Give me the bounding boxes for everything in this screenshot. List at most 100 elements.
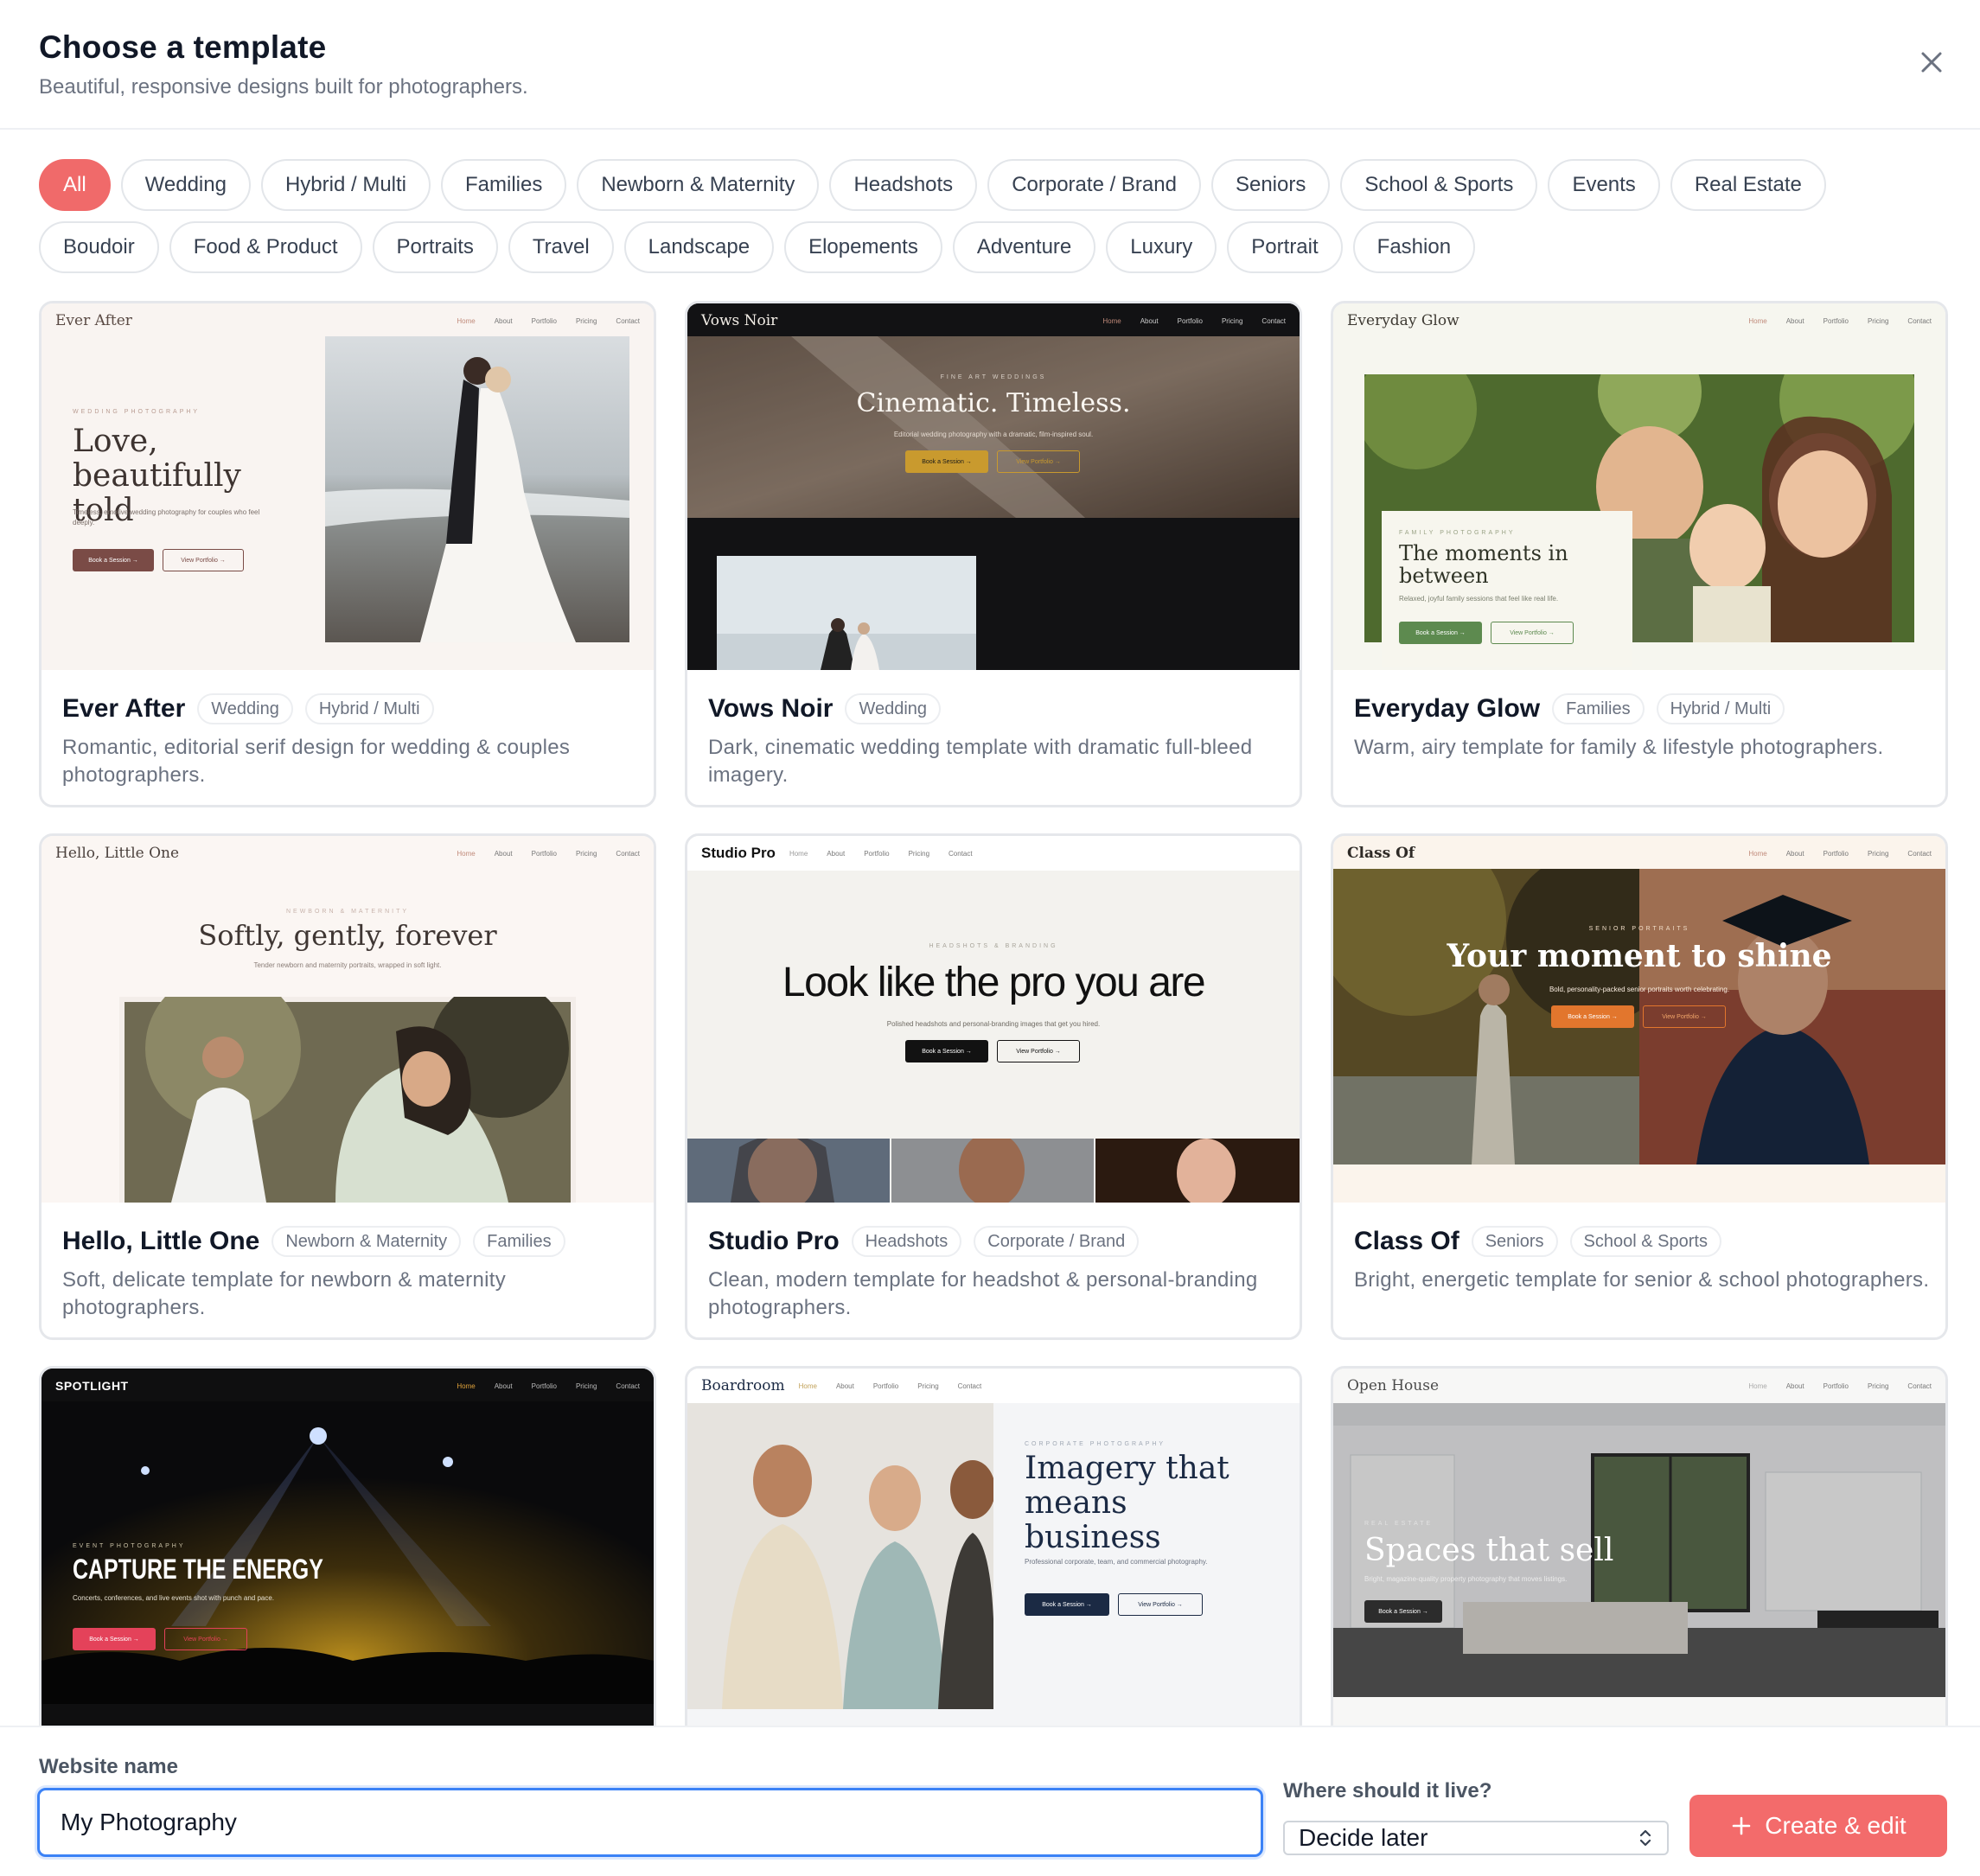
preview-nav-link: Portfolio <box>1177 316 1203 325</box>
preview-nav-link: Pricing <box>1867 1381 1889 1390</box>
template-card-boardroom[interactable]: Boardroom Home About Portfolio Pricing C… <box>685 1366 1302 1726</box>
card-info: Studio Pro Headshots Corporate / Brand C… <box>708 1223 1287 1322</box>
template-tag: School & Sports <box>1569 1226 1721 1257</box>
concert-image <box>42 1401 654 1704</box>
filter-chip-elopements[interactable]: Elopements <box>784 221 942 273</box>
filter-chip-all[interactable]: All <box>39 159 111 211</box>
preview-nav-link: Pricing <box>1867 849 1889 858</box>
template-preview: Open House Home About Portfolio Pricing … <box>1333 1369 1945 1726</box>
filter-chip-headshots[interactable]: Headshots <box>829 159 978 211</box>
preview-nav-link: Home <box>457 849 476 858</box>
preview-nav: Hello, Little One Home About Portfolio P… <box>42 836 654 871</box>
template-card-vows-noir[interactable]: Vows Noir Home About Portfolio Pricing C… <box>685 301 1302 807</box>
plus-icon <box>1732 1816 1751 1835</box>
location-select[interactable]: Decide later <box>1283 1821 1669 1855</box>
preview-headline: The moments in between <box>1399 541 1568 588</box>
preview-brand: SPOTLIGHT <box>55 1379 129 1393</box>
preview-nav: Class Of Home About Portfolio Pricing Co… <box>1333 836 1945 871</box>
website-name-label: Website name <box>39 1755 178 1778</box>
preview-cta-secondary: View Portfolio → <box>1491 622 1574 644</box>
preview-nav-link: Portfolio <box>1823 316 1849 325</box>
preview-nav: Studio Pro Home About Portfolio Pricing … <box>687 836 1300 871</box>
filter-chip-newborn-maternity[interactable]: Newborn & Maternity <box>577 159 820 211</box>
filter-chip-portrait[interactable]: Portrait <box>1227 221 1343 273</box>
preview-nav-link: Contact <box>1907 849 1932 858</box>
preview-nav-link: Contact <box>616 316 640 325</box>
preview-headline: Look like the pro you are <box>782 960 1206 1005</box>
template-grid: Ever After Home About Portfolio Pricing … <box>0 297 1980 1726</box>
website-name-input[interactable] <box>37 1788 1263 1857</box>
preview-nav-link: About <box>835 1381 854 1390</box>
create-edit-label: Create & edit <box>1765 1812 1907 1839</box>
create-edit-button[interactable]: Create & edit <box>1689 1795 1947 1857</box>
template-card-class-of[interactable]: Class Of Home About Portfolio Pricing Co… <box>1331 833 1948 1340</box>
preview-nav-link: Pricing <box>1221 316 1243 325</box>
preview-body: Relaxed, joyful family sessions that fee… <box>1399 595 1559 603</box>
filter-chip-travel[interactable]: Travel <box>508 221 614 273</box>
filter-chip-real-estate[interactable]: Real Estate <box>1670 159 1826 211</box>
preview-cta-secondary: View Portfolio → <box>1118 1593 1203 1616</box>
preview-nav-links: Home About Portfolio Pricing Contact <box>1748 1382 1932 1390</box>
template-tag: Hybrid / Multi <box>304 693 434 724</box>
card-info: Vows Noir Wedding Dark, cinematic weddin… <box>708 691 1287 789</box>
team-image <box>687 1403 993 1709</box>
template-description: Warm, airy template for family & lifesty… <box>1354 736 1884 759</box>
close-button[interactable] <box>1914 45 1949 80</box>
filter-chip-adventure[interactable]: Adventure <box>952 221 1096 273</box>
preview-kicker: HEADSHOTS & BRANDING <box>929 943 1058 949</box>
filter-chip-food-product[interactable]: Food & Product <box>169 221 362 273</box>
filter-chip-corporate-brand[interactable]: Corporate / Brand <box>987 159 1201 211</box>
filter-chip-luxury[interactable]: Luxury <box>1106 221 1217 273</box>
filter-chip-families[interactable]: Families <box>441 159 567 211</box>
preview-nav-link: Portfolio <box>1823 1381 1849 1390</box>
preview-kicker: NEWBORN & MATERNITY <box>285 909 410 915</box>
filter-chip-fashion[interactable]: Fashion <box>1352 221 1476 273</box>
template-preview: Vows Noir Home About Portfolio Pricing C… <box>687 303 1300 670</box>
preview-headline: Your moment to shine <box>1447 938 1832 974</box>
preview-nav-links: Home About Portfolio Pricing Contact <box>789 850 973 858</box>
template-card-everyday-glow[interactable]: Everyday Glow Home About Portfolio Prici… <box>1331 301 1948 807</box>
preview-nav-link: Home <box>1748 849 1767 858</box>
preview-nav-link: Pricing <box>1867 316 1889 325</box>
location-select-value: Decide later <box>1299 1824 1428 1851</box>
template-card-open-house[interactable]: Open House Home About Portfolio Pricing … <box>1331 1366 1948 1726</box>
preview-nav: Boardroom Home About Portfolio Pricing C… <box>687 1369 1300 1403</box>
preview-kicker: REAL ESTATE <box>1364 1521 1434 1527</box>
preview-cta-secondary: View Portfolio → <box>163 549 244 571</box>
chevron-updown-icon <box>1639 1829 1651 1847</box>
preview-nav-link: Portfolio <box>864 849 890 858</box>
filter-chip-events[interactable]: Events <box>1548 159 1660 211</box>
filter-chip-school-sports[interactable]: School & Sports <box>1340 159 1538 211</box>
template-card-ever-after[interactable]: Ever After Home About Portfolio Pricing … <box>39 301 656 807</box>
preview-nav-link: About <box>1785 849 1804 858</box>
template-card-studio-pro[interactable]: Studio Pro Home About Portfolio Pricing … <box>685 833 1302 1340</box>
template-card-hello-little-one[interactable]: Hello, Little One Home About Portfolio P… <box>39 833 656 1340</box>
preview-nav-link: Portfolio <box>531 849 557 858</box>
template-description: Soft, delicate template for newborn & ma… <box>62 1268 507 1319</box>
template-description: Romantic, editorial serif design for wed… <box>62 736 571 787</box>
template-preview: Studio Pro Home About Portfolio Pricing … <box>687 836 1300 1203</box>
filter-chip-boudoir[interactable]: Boudoir <box>39 221 159 273</box>
preview-brand: Ever After <box>55 312 132 329</box>
filter-chip-wedding[interactable]: Wedding <box>120 159 251 211</box>
preview-kicker: FINE ART WEDDINGS <box>940 374 1047 380</box>
template-card-spotlight[interactable]: SPOTLIGHT Home About Portfolio Pricing C… <box>39 1366 656 1726</box>
preview-cta-secondary: View Portfolio → <box>1643 1005 1726 1028</box>
filter-chip-seniors[interactable]: Seniors <box>1210 159 1331 211</box>
preview-kicker: FAMILY PHOTOGRAPHY <box>1399 530 1516 536</box>
preview-kicker: SENIOR PORTRAITS <box>1588 926 1690 932</box>
preview-body: Tender newborn and maternity portraits, … <box>253 961 442 969</box>
filter-chip-portraits[interactable]: Portraits <box>372 221 498 273</box>
filter-chip-landscape[interactable]: Landscape <box>623 221 775 273</box>
headshot-strip <box>687 1139 1300 1203</box>
filter-chip-hybrid-multi[interactable]: Hybrid / Multi <box>260 159 431 211</box>
preview-nav-link: Pricing <box>575 1381 597 1390</box>
template-tag: Families <box>1552 693 1645 724</box>
preview-nav-link: About <box>827 849 846 858</box>
template-tag: Hybrid / Multi <box>1656 693 1785 724</box>
preview-nav-link: Portfolio <box>872 1381 899 1390</box>
preview-nav-link: Pricing <box>575 849 597 858</box>
preview-headline: Imagery that means business <box>1025 1451 1230 1555</box>
senior-portrait-image <box>1333 869 1945 1165</box>
preview-kicker: EVENT PHOTOGRAPHY <box>73 1543 186 1549</box>
